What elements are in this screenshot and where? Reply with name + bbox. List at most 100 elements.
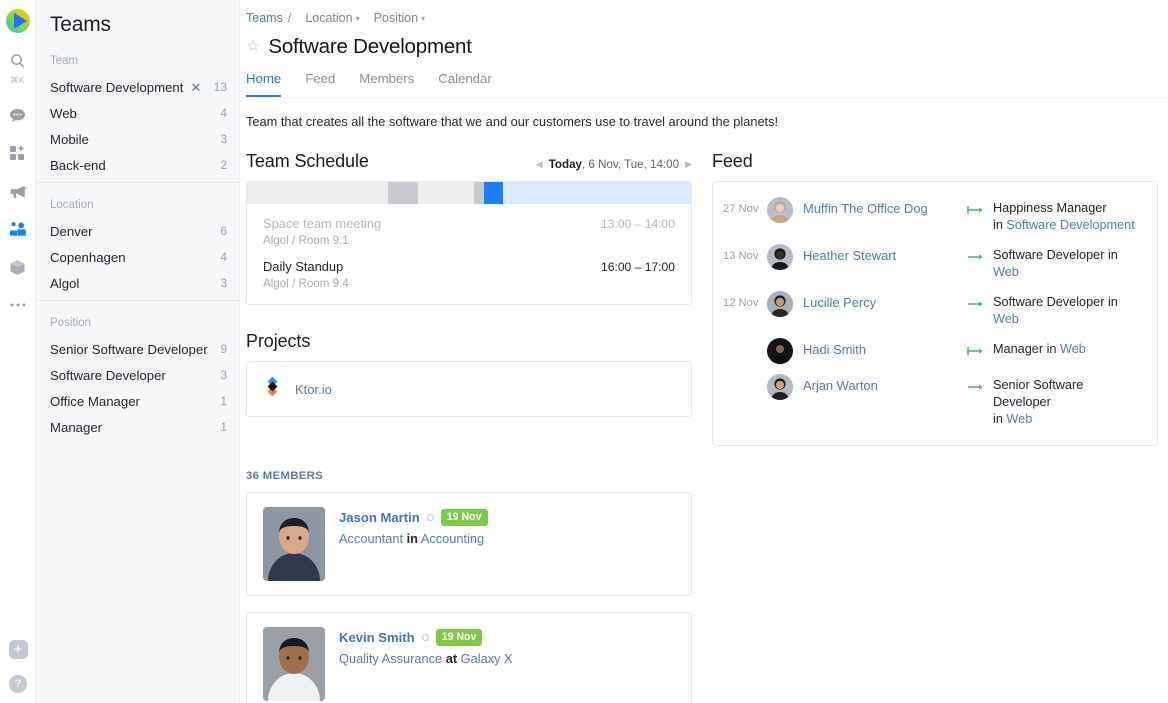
member-card[interactable]: Jason Martin 19 Nov Accountant in Accoun…	[246, 492, 692, 596]
package-cube-icon[interactable]	[3, 254, 33, 280]
event-time: 13:00 – 14:00	[601, 217, 675, 231]
app-logo[interactable]	[5, 8, 31, 34]
apps-grid-icon[interactable]	[3, 140, 33, 166]
breadcrumb-filter-position[interactable]: Position ▾	[374, 11, 426, 25]
feed-team-link[interactable]: Web	[1060, 342, 1086, 356]
tab-calendar[interactable]: Calendar	[438, 71, 492, 97]
feed-role-text: Happiness Manager in Software Development	[993, 201, 1135, 232]
filter-row-mobile[interactable]: Mobile 3	[36, 126, 239, 152]
filter-row-software-developer[interactable]: Software Developer 3	[36, 362, 239, 388]
member-name[interactable]: Jason Martin	[339, 510, 420, 525]
feed-team-link[interactable]: Web	[993, 312, 1019, 326]
feed-role-text: Software Developer in Web	[993, 248, 1118, 279]
feed-person-name[interactable]: Muffin The Office Dog	[803, 197, 967, 216]
filter-row-software-development[interactable]: Software Development ✕ 13	[36, 74, 239, 100]
breadcrumb-filter-location[interactable]: Location ▾	[305, 11, 359, 25]
feed-date: 27 Nov	[723, 203, 759, 215]
member-org[interactable]: Accounting	[421, 531, 484, 546]
avatar	[767, 197, 793, 223]
timeline-segment-1	[388, 182, 418, 204]
filter-row-office-manager[interactable]: Office Manager 1	[36, 388, 239, 414]
tab-feed[interactable]: Feed	[305, 71, 335, 97]
filter-row-label: Copenhagen	[50, 249, 126, 265]
filter-row-label: Manager	[50, 419, 103, 435]
more-dots-icon[interactable]	[3, 292, 33, 318]
member-org[interactable]: Galaxy X	[461, 651, 513, 666]
schedule-date-rest: , 6 Nov, Tue, 14:00	[581, 158, 680, 171]
feed-team-link[interactable]: Software Development	[1006, 218, 1134, 232]
schedule-event[interactable]: Space team meeting 13:00 – 14:00 Algol /…	[247, 204, 691, 247]
feed-item[interactable]: Arjan Warton Senior Software Developer in…	[723, 369, 1143, 433]
filter-row-back-end[interactable]: Back-end 2	[36, 152, 239, 178]
search-icon[interactable]	[3, 48, 33, 74]
member-date-badge: 19 Nov	[435, 629, 483, 646]
chat-bubble-icon[interactable]	[3, 102, 33, 128]
megaphone-icon[interactable]	[3, 178, 33, 204]
main-content: Teams / Location ▾ Position ▾ ☆ Software…	[240, 0, 1168, 703]
feed-item[interactable]: 12 Nov Lucille Percy Software Developer …	[723, 286, 1143, 333]
event-name: Daily Standup	[263, 259, 344, 274]
moved-arrow-icon	[967, 244, 993, 267]
member-role-title[interactable]: Accountant	[339, 531, 403, 546]
next-day-arrow-icon[interactable]: ▶	[685, 159, 692, 170]
filter-row-senior-software-developer[interactable]: Senior Software Developer 9	[36, 336, 239, 362]
feed-item[interactable]: 27 Nov Muffin The Office Dog Happiness M…	[723, 192, 1143, 239]
filter-row-label: Denver	[50, 223, 93, 239]
chevron-down-icon: ▾	[355, 13, 360, 23]
prev-day-arrow-icon[interactable]: ◀	[536, 159, 543, 170]
schedule-timeline[interactable]	[247, 182, 691, 204]
member-name[interactable]: Kevin Smith	[339, 630, 415, 645]
project-item-ktor[interactable]: Ktor.io	[246, 361, 692, 417]
ktor-logo-icon	[263, 376, 282, 401]
feed-role-text: Senior Software Developer in Web	[993, 378, 1084, 426]
filter-group-label: Position	[50, 317, 91, 329]
filter-row-count: 3	[220, 276, 227, 290]
people-icon[interactable]	[3, 216, 33, 242]
tab-home[interactable]: Home	[246, 71, 282, 97]
avatar	[767, 244, 793, 270]
timeline-segment-0	[247, 182, 388, 204]
schedule-header: Team Schedule ◀ Today, 6 Nov, Tue, 14:00…	[246, 151, 692, 181]
schedule-event[interactable]: Daily Standup 16:00 – 17:00 Algol / Room…	[247, 247, 691, 290]
joined-arrow-icon	[967, 197, 993, 220]
project-name[interactable]: Ktor.io	[295, 382, 332, 397]
feed-item[interactable]: 13 Nov Heather Stewart Software Develope…	[723, 239, 1143, 286]
feed-team-link[interactable]: Web	[1006, 412, 1032, 426]
page-title-row: ☆ Software Development	[240, 25, 1168, 59]
feed-person-name[interactable]: Hadi Smith	[803, 338, 967, 357]
right-column: Feed 27 Nov Muffin The Office Dog Happin…	[712, 151, 1158, 446]
timeline-segment-5	[503, 182, 691, 204]
member-role-title[interactable]: Quality Assurance	[339, 651, 442, 666]
feed-team-link[interactable]: Web	[993, 265, 1019, 279]
search-shortcut-label: ⌘K	[10, 75, 25, 85]
filter-row-manager[interactable]: Manager 1	[36, 414, 239, 440]
schedule-card: Space team meeting 13:00 – 14:00 Algol /…	[246, 181, 692, 305]
close-icon[interactable]: ✕	[190, 81, 201, 94]
schedule-current-date: Today, 6 Nov, Tue, 14:00	[549, 158, 679, 171]
filter-row-denver[interactable]: Denver 6	[36, 218, 239, 244]
today-label: Today	[548, 158, 582, 171]
filter-panel: Teams Team Software Development ✕ 13 Web…	[36, 0, 240, 703]
help-button[interactable]: ?	[9, 675, 27, 693]
filter-row-web[interactable]: Web 4	[36, 100, 239, 126]
feed-role-text: Software Developer in Web	[993, 295, 1118, 326]
filter-group: Team Software Development ✕ 13 Web 4 Mob…	[36, 49, 239, 182]
timeline-segment-3	[474, 182, 484, 204]
feed-person-name[interactable]: Lucille Percy	[803, 291, 967, 310]
member-card[interactable]: Kevin Smith 19 Nov Quality Assurance at …	[246, 612, 692, 703]
add-button[interactable]	[8, 640, 28, 659]
feed-header: Feed	[712, 151, 1158, 181]
panel-title: Teams	[50, 13, 111, 36]
feed-person-name[interactable]: Heather Stewart	[803, 244, 967, 263]
filter-row-label: Back-end	[50, 157, 106, 173]
filter-row-copenhagen[interactable]: Copenhagen 4	[36, 244, 239, 270]
breadcrumb-filter-location-label: Location	[305, 11, 353, 25]
feed-person-name[interactable]: Arjan Warton	[803, 374, 967, 393]
members-grid: Jason Martin 19 Nov Accountant in Accoun…	[240, 492, 1168, 703]
feed-item[interactable]: Hadi Smith Manager in Web	[723, 333, 1143, 369]
filter-row-algol[interactable]: Algol 3	[36, 270, 239, 296]
filter-row-count: 1	[220, 394, 227, 408]
breadcrumb-teams[interactable]: Teams	[246, 11, 283, 25]
tab-members[interactable]: Members	[359, 71, 414, 97]
favorite-star-icon[interactable]: ☆	[246, 39, 260, 55]
